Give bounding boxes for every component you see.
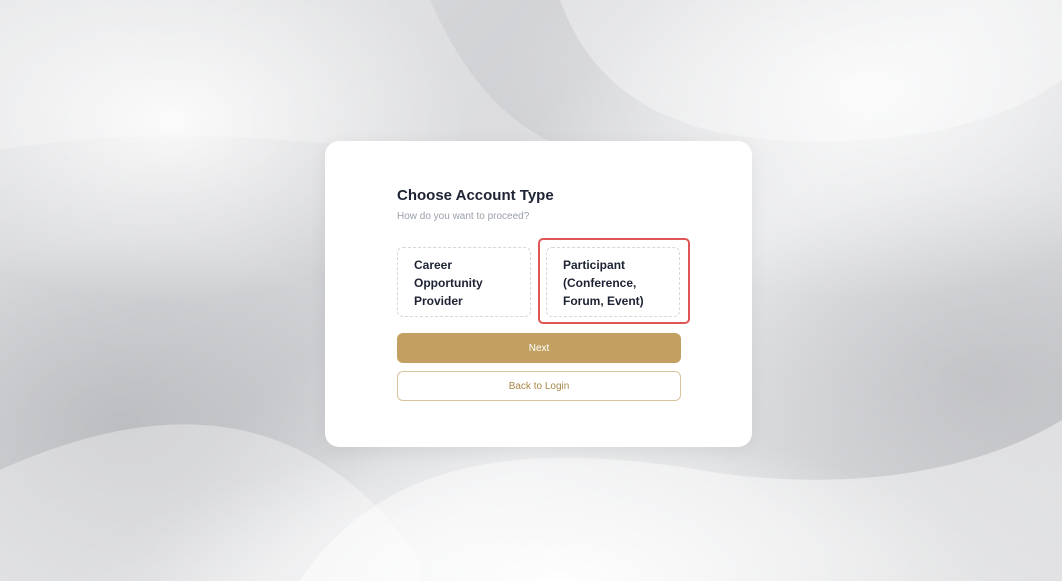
- page-subtitle: How do you want to proceed?: [397, 211, 530, 222]
- option-career-opportunity-provider[interactable]: Career Opportunity Provider: [397, 247, 531, 317]
- option-label: Participant (Conference, Forum, Event): [563, 258, 644, 308]
- next-button[interactable]: Next: [397, 333, 681, 363]
- option-participant[interactable]: Participant (Conference, Forum, Event): [546, 247, 680, 317]
- back-to-login-button[interactable]: Back to Login: [397, 371, 681, 401]
- option-label: Career Opportunity Provider: [414, 258, 483, 308]
- account-type-card: Choose Account Type How do you want to p…: [325, 141, 752, 447]
- page-title: Choose Account Type: [397, 187, 554, 204]
